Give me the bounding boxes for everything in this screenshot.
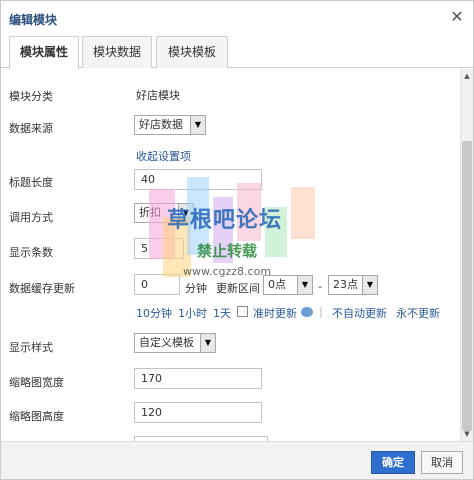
- edit-module-dialog: 编辑模块 ✕ 模块属性 模块数据 模块模板 模块分类 好店模块 数据来源 好店数…: [0, 0, 474, 480]
- watermark-subtitle: 禁止转载: [197, 242, 258, 260]
- realtime-update-checkbox[interactable]: [237, 306, 248, 317]
- divider: |: [319, 305, 323, 318]
- quick-10min-link[interactable]: 10分钟: [136, 305, 172, 321]
- call-method-label: 调用方式: [9, 211, 53, 224]
- close-icon[interactable]: ✕: [449, 9, 465, 25]
- display-style-value: 自定义模板: [139, 336, 194, 349]
- thumb-width-label: 缩略图宽度: [9, 376, 64, 389]
- scroll-down-icon[interactable]: ▼: [461, 427, 473, 441]
- watermark-url: www.cgzz8.com: [183, 265, 272, 278]
- cancel-button[interactable]: 取消: [421, 451, 463, 474]
- display-count-label: 显示条数: [9, 246, 53, 259]
- vertical-scrollbar[interactable]: ▲ ▼: [460, 69, 473, 441]
- display-count-input[interactable]: 5: [134, 238, 184, 259]
- realtime-update-label[interactable]: 准时更新: [253, 305, 297, 321]
- tab-bar: 模块属性 模块数据 模块模板: [1, 34, 473, 69]
- scroll-up-icon[interactable]: ▲: [461, 69, 473, 83]
- collapse-settings-link[interactable]: 收起设置项: [136, 148, 191, 164]
- chevron-down-icon: ▼: [178, 204, 193, 222]
- range-end-select[interactable]: 23点 ▼: [328, 275, 378, 295]
- thumb-height-label: 缩略图高度: [9, 410, 64, 423]
- no-auto-update-link[interactable]: 不自动更新: [332, 305, 387, 321]
- cache-minutes-input[interactable]: 0: [134, 274, 180, 295]
- minutes-unit: 分钟: [185, 282, 207, 295]
- title-length-input[interactable]: 40: [134, 169, 262, 190]
- watermark-logo: [141, 177, 331, 287]
- confirm-button[interactable]: 确定: [371, 451, 415, 474]
- display-style-select[interactable]: 自定义模板 ▼: [134, 333, 216, 353]
- range-separator: -: [318, 280, 322, 293]
- source-label: 数据来源: [9, 122, 53, 135]
- range-end-value: 23点: [333, 278, 358, 291]
- form-content: 模块分类 好店模块 数据来源 好店数据 ▼ 收起设置项 标题长度 40 调用方式…: [1, 69, 459, 441]
- dialog-footer: 确定 取消: [1, 441, 473, 479]
- title-length-label: 标题长度: [9, 176, 53, 189]
- chevron-down-icon: ▼: [200, 334, 215, 352]
- update-range-label: 更新区间: [216, 282, 260, 295]
- help-bubble-icon[interactable]: [301, 307, 313, 317]
- tab-module-data[interactable]: 模块数据: [82, 36, 152, 68]
- source-select[interactable]: 好店数据 ▼: [134, 115, 206, 135]
- chevron-down-icon: ▼: [362, 276, 377, 294]
- chevron-down-icon: ▼: [190, 116, 205, 134]
- source-select-value: 好店数据: [139, 118, 183, 131]
- tab-module-template[interactable]: 模块模板: [156, 36, 228, 68]
- chevron-down-icon: ▼: [297, 276, 312, 294]
- category-value: 好店模块: [136, 89, 180, 102]
- thumb-width-input[interactable]: 170: [134, 368, 262, 389]
- category-label: 模块分类: [9, 90, 53, 103]
- scrollbar-thumb[interactable]: [462, 141, 472, 431]
- dialog-titlebar: 编辑模块 ✕: [1, 1, 473, 34]
- call-method-value: 折扣: [139, 206, 161, 219]
- range-start-select[interactable]: 0点 ▼: [263, 275, 313, 295]
- call-method-select[interactable]: 折扣 ▼: [134, 203, 194, 223]
- tab-module-properties[interactable]: 模块属性: [9, 36, 79, 69]
- thumb-height-input[interactable]: 120: [134, 402, 262, 423]
- quick-1day-link[interactable]: 1天: [213, 305, 231, 321]
- never-update-link[interactable]: 永不更新: [396, 305, 440, 321]
- dialog-title: 编辑模块: [9, 13, 58, 27]
- cache-update-label: 数据缓存更新: [9, 282, 75, 295]
- quick-1hour-link[interactable]: 1小时: [178, 305, 207, 321]
- display-style-label: 显示样式: [9, 341, 53, 354]
- range-start-value: 0点: [268, 278, 286, 291]
